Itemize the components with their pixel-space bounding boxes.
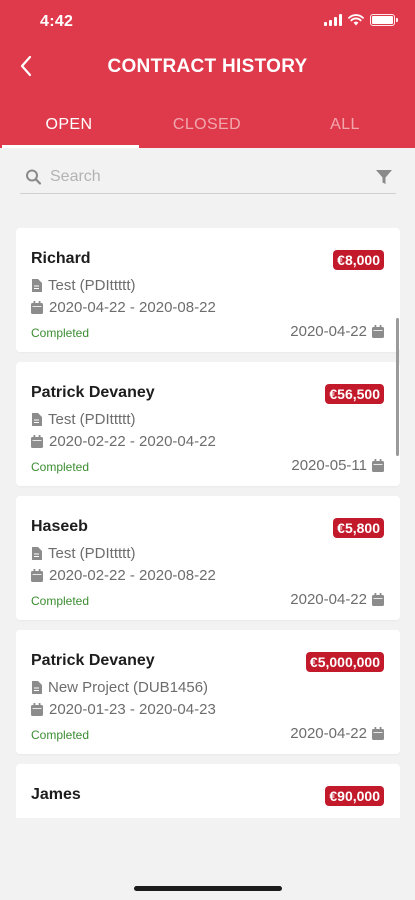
calendar-icon — [31, 703, 43, 716]
signal-icon — [324, 14, 342, 26]
date-value: 2020-04-22 — [290, 725, 367, 742]
tab-open[interactable]: OPEN — [0, 104, 138, 148]
contract-date: 2020-04-22 — [290, 591, 384, 608]
project-row: New Project (DUB1456) — [31, 679, 208, 696]
status-label: Completed — [31, 460, 90, 474]
calendar-icon — [31, 435, 43, 448]
calendar-icon — [372, 459, 384, 472]
calendar-icon — [372, 325, 384, 338]
contractor-name: Patrick Devaney — [31, 384, 155, 401]
period-row: 2020-02-22 - 2020-08-22 — [31, 567, 216, 584]
document-icon — [32, 413, 42, 426]
status-time: 4:42 — [40, 13, 74, 30]
date-value: 2020-05-11 — [291, 457, 367, 474]
contractor-name: Haseeb — [31, 518, 88, 535]
contract-date: 2020-04-22 — [290, 323, 384, 340]
document-icon — [32, 279, 42, 292]
date-value: 2020-04-22 — [290, 591, 367, 608]
tab-closed[interactable]: CLOSED — [138, 104, 276, 148]
document-icon — [32, 681, 42, 694]
document-icon — [32, 547, 42, 560]
project-name: Test (PDIttttt) — [48, 277, 136, 294]
tab-bar: OPEN CLOSED ALL — [0, 104, 415, 148]
search-bar — [20, 160, 396, 194]
tab-all[interactable]: ALL — [276, 104, 414, 148]
contractor-name: Patrick Devaney — [31, 652, 155, 669]
project-row: Test (PDIttttt) — [31, 277, 136, 294]
contract-list: Richard €8,000 Test (PDIttttt) 2020-04-2… — [16, 228, 400, 818]
amount-badge: €5,800 — [333, 518, 384, 538]
calendar-icon — [372, 593, 384, 606]
active-tab-indicator — [2, 145, 139, 148]
contract-period: 2020-02-22 - 2020-04-22 — [49, 433, 216, 450]
amount-badge: €8,000 — [333, 250, 384, 270]
contractor-name: Richard — [31, 250, 91, 267]
amount-badge: €90,000 — [325, 786, 384, 806]
period-row: 2020-02-22 - 2020-04-22 — [31, 433, 216, 450]
page-title: CONTRACT HISTORY — [107, 56, 308, 77]
project-row: Test (PDIttttt) — [31, 411, 136, 428]
period-row: 2020-01-23 - 2020-04-23 — [31, 701, 216, 718]
status-icons — [324, 14, 398, 26]
contract-card[interactable]: Patrick Devaney €56,500 Test (PDIttttt) … — [16, 362, 400, 486]
contractor-name: James — [31, 786, 81, 803]
amount-badge: €56,500 — [325, 384, 384, 404]
contract-date: 2020-04-22 — [290, 725, 384, 742]
status-label: Completed — [31, 728, 90, 742]
calendar-icon — [372, 727, 384, 740]
app-header: 4:42 CONTRACT HISTORY OPEN CLOSED ALL — [0, 0, 415, 148]
status-label: Completed — [31, 326, 90, 340]
contract-card[interactable]: James €90,000 — [16, 764, 400, 818]
date-value: 2020-04-22 — [290, 323, 367, 340]
contract-period: 2020-04-22 - 2020-08-22 — [49, 299, 216, 316]
calendar-icon — [31, 301, 43, 314]
contract-period: 2020-01-23 - 2020-04-23 — [49, 701, 216, 718]
contract-card[interactable]: Richard €8,000 Test (PDIttttt) 2020-04-2… — [16, 228, 400, 352]
scrollbar[interactable] — [396, 318, 399, 456]
project-name: New Project (DUB1456) — [48, 679, 209, 696]
search-input[interactable] — [50, 161, 374, 192]
battery-icon — [370, 14, 398, 26]
period-row: 2020-04-22 - 2020-08-22 — [31, 299, 216, 316]
project-name: Test (PDIttttt) — [48, 411, 136, 428]
calendar-icon — [31, 569, 43, 582]
home-indicator[interactable] — [134, 886, 282, 891]
contract-date: 2020-05-11 — [291, 457, 384, 474]
status-bar: 4:42 — [0, 0, 415, 46]
search-icon — [26, 169, 42, 185]
wifi-icon — [348, 14, 364, 26]
status-label: Completed — [31, 594, 90, 608]
project-row: Test (PDIttttt) — [31, 545, 136, 562]
amount-badge: €5,000,000 — [305, 652, 384, 672]
contract-card[interactable]: Patrick Devaney €5,000,000 New Project (… — [16, 630, 400, 754]
filter-icon[interactable] — [374, 167, 394, 187]
contract-period: 2020-02-22 - 2020-08-22 — [49, 567, 216, 584]
contract-card[interactable]: Haseeb €5,800 Test (PDIttttt) 2020-02-22… — [16, 496, 400, 620]
project-name: Test (PDIttttt) — [48, 545, 136, 562]
